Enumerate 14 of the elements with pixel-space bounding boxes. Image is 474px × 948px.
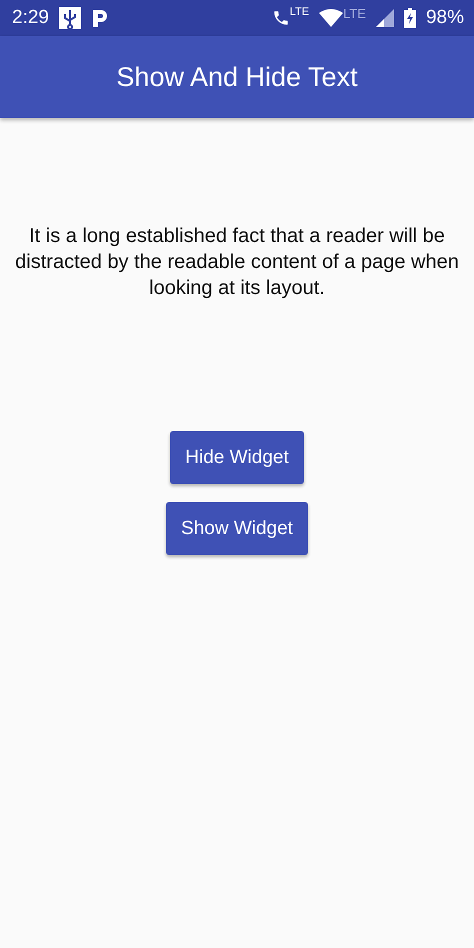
clock: 2:29 [12,7,49,29]
widget-button[interactable]: Show Widget [166,502,308,555]
app-title: Show And Hide Text [116,62,358,92]
phone-icon [272,9,290,27]
usb-icon [58,7,81,29]
battery-level: 98% [426,7,464,29]
network-label: LTE [290,6,310,18]
widget-button[interactable]: Hide Widget [170,431,304,484]
battery-charging-icon [404,8,416,28]
network-label: LTE [343,6,366,21]
wifi-icon [319,9,344,27]
signal-icon [376,9,394,27]
body-text: It is a long established fact that a reader will be distracted by the readable content of a page when looking at its layout. [14,224,460,301]
app-icon [90,8,109,28]
